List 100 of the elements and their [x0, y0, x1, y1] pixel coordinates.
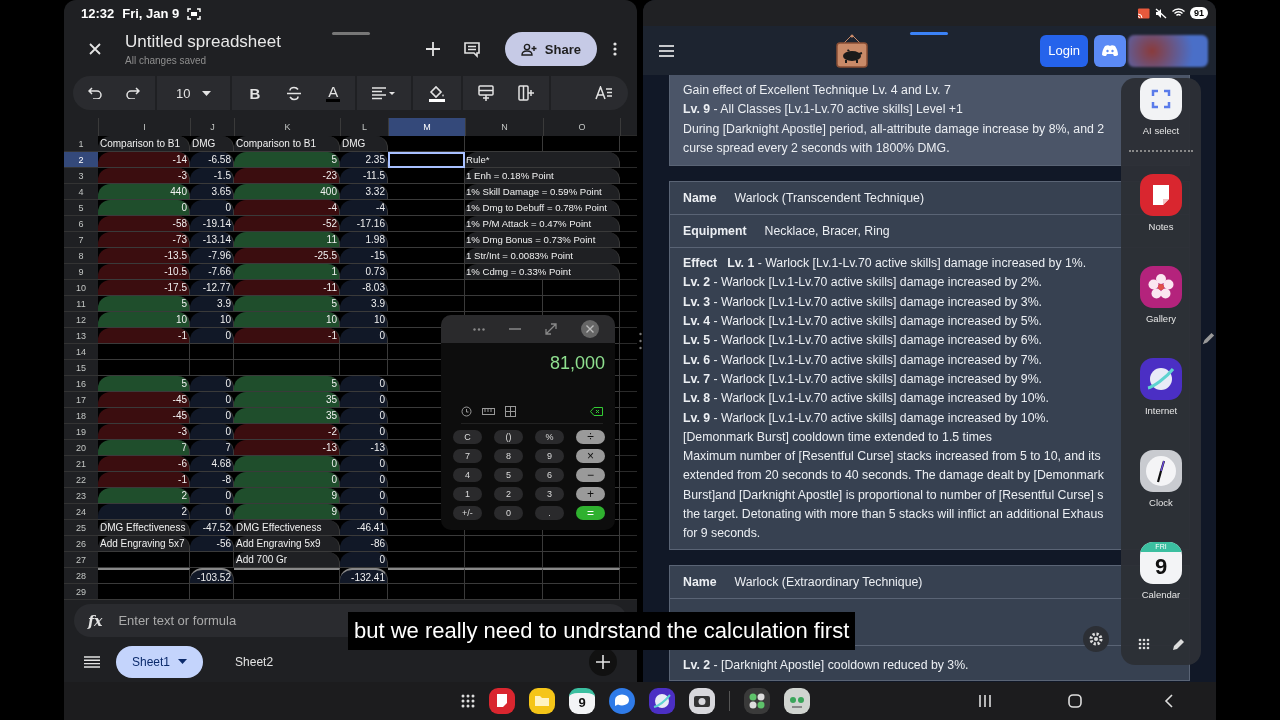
row-header[interactable]: 16 [64, 376, 98, 393]
folder-icon[interactable] [529, 688, 555, 714]
row-header[interactable]: 6 [64, 216, 98, 233]
calculator-key[interactable]: 9 [535, 449, 564, 463]
flower-icon[interactable] [1140, 266, 1182, 308]
row-header[interactable]: 23 [64, 488, 98, 505]
calculator-key[interactable]: 4 [453, 468, 482, 482]
column-header[interactable]: O [544, 118, 621, 137]
calculator-key[interactable]: 0 [494, 506, 523, 520]
sheet-tab[interactable]: Sheet2 [219, 645, 290, 678]
redo-icon[interactable] [126, 87, 140, 100]
pig-logo[interactable] [835, 33, 870, 68]
row-header[interactable]: 25 [64, 520, 98, 537]
row-header[interactable]: 24 [64, 504, 98, 521]
calculator-key[interactable]: C [453, 430, 482, 444]
selection-icon[interactable] [1140, 78, 1182, 120]
row-header[interactable]: 8 [64, 248, 98, 265]
history-icon[interactable] [461, 406, 472, 417]
drag-handle[interactable] [332, 32, 370, 35]
align-icon[interactable] [372, 86, 397, 100]
discord-button[interactable] [1094, 34, 1126, 67]
fill-color-icon[interactable] [428, 84, 447, 103]
calculator-key[interactable]: 7 [453, 449, 482, 463]
row-header[interactable]: 17 [64, 392, 98, 409]
pencil-icon[interactable] [1201, 332, 1215, 346]
row-header[interactable]: 22 [64, 472, 98, 489]
row-header[interactable]: 19 [64, 424, 98, 441]
menu-icon[interactable] [84, 655, 100, 668]
split-handle-icon[interactable] [638, 332, 642, 350]
calendar-icon[interactable]: 9 [569, 688, 595, 714]
text-format-icon[interactable] [595, 86, 613, 101]
strikethrough-icon[interactable] [286, 85, 303, 101]
row-header[interactable]: 21 [64, 456, 98, 473]
chat-icon[interactable] [609, 688, 635, 714]
calculator-key[interactable]: % [535, 430, 564, 444]
row-header[interactable]: 11 [64, 296, 98, 313]
more-icon[interactable] [613, 42, 617, 57]
login-button[interactable]: Login [1040, 34, 1088, 67]
bold-button[interactable]: B [247, 84, 263, 102]
camera-icon[interactable] [689, 688, 715, 714]
calculator-key[interactable]: 8 [494, 449, 523, 463]
row-header[interactable]: 29 [64, 584, 98, 601]
calculator-key[interactable]: + [576, 487, 605, 501]
calculator-key[interactable]: 3 [535, 487, 564, 501]
formula-input[interactable]: Enter text or formula [116, 612, 291, 630]
comment-icon[interactable] [462, 40, 481, 58]
row-header[interactable]: 5 [64, 200, 98, 217]
row-header[interactable]: 26 [64, 536, 98, 553]
row-header[interactable]: 3 [64, 168, 98, 185]
selected-cell[interactable] [388, 152, 465, 169]
row-header[interactable]: 7 [64, 232, 98, 249]
close-icon[interactable] [581, 320, 599, 338]
back-icon[interactable] [1164, 694, 1174, 708]
calculator-key[interactable]: 5 [494, 468, 523, 482]
plus-icon[interactable] [424, 41, 441, 58]
notepad-icon[interactable] [489, 688, 515, 714]
apps-grid-icon[interactable] [461, 694, 475, 708]
document-title[interactable]: Untitled spreadsheet [125, 32, 425, 53]
clock-icon[interactable] [1140, 450, 1182, 492]
calculator-key[interactable]: ÷ [576, 430, 605, 444]
row-header[interactable]: 14 [64, 344, 98, 361]
row-header[interactable]: 1 [64, 136, 98, 153]
planet-icon[interactable] [1140, 358, 1182, 400]
row-header[interactable]: 12 [64, 312, 98, 329]
share-button[interactable]: Share [504, 32, 597, 67]
insert-column-icon[interactable] [518, 85, 535, 102]
calculator-key[interactable]: () [494, 430, 523, 444]
row-header[interactable]: 28 [64, 568, 98, 585]
settings-icon[interactable] [1083, 626, 1109, 652]
row-header[interactable]: 18 [64, 408, 98, 425]
calculator-icon[interactable] [744, 688, 770, 714]
insert-row-icon[interactable] [478, 85, 495, 102]
row-header[interactable]: 13 [64, 328, 98, 345]
app-icon[interactable] [784, 688, 810, 714]
undo-icon[interactable] [88, 87, 102, 100]
row-header[interactable]: 4 [64, 184, 98, 201]
column-header[interactable]: M [389, 118, 466, 137]
row-header[interactable]: 2 [64, 152, 98, 169]
sheet-tab[interactable]: Sheet1 [116, 645, 204, 678]
row-header[interactable]: 27 [64, 552, 98, 569]
notepad-icon[interactable] [1140, 174, 1182, 216]
expand-icon[interactable] [545, 323, 557, 335]
calculator-key[interactable]: 6 [535, 468, 564, 482]
calculator-key[interactable]: − [576, 468, 605, 482]
calculator-key[interactable]: 1 [453, 487, 482, 501]
row-header[interactable]: 15 [64, 360, 98, 377]
home-icon[interactable] [1068, 694, 1082, 708]
backspace-icon[interactable] [590, 407, 603, 416]
calculator-key[interactable]: 2 [494, 487, 523, 501]
recents-icon[interactable] [978, 694, 992, 708]
calculator-key[interactable]: . [535, 506, 564, 520]
column-header[interactable]: N [466, 118, 544, 137]
font-size-dropdown[interactable]: 10 [172, 85, 216, 101]
row-header[interactable]: 9 [64, 264, 98, 281]
calculator-key[interactable]: × [576, 449, 605, 463]
close-icon[interactable] [88, 42, 102, 57]
apps-grid-icon[interactable] [1137, 638, 1150, 650]
ruler-icon[interactable] [482, 408, 495, 415]
row-header[interactable]: 20 [64, 440, 98, 457]
scientific-icon[interactable] [505, 406, 516, 417]
